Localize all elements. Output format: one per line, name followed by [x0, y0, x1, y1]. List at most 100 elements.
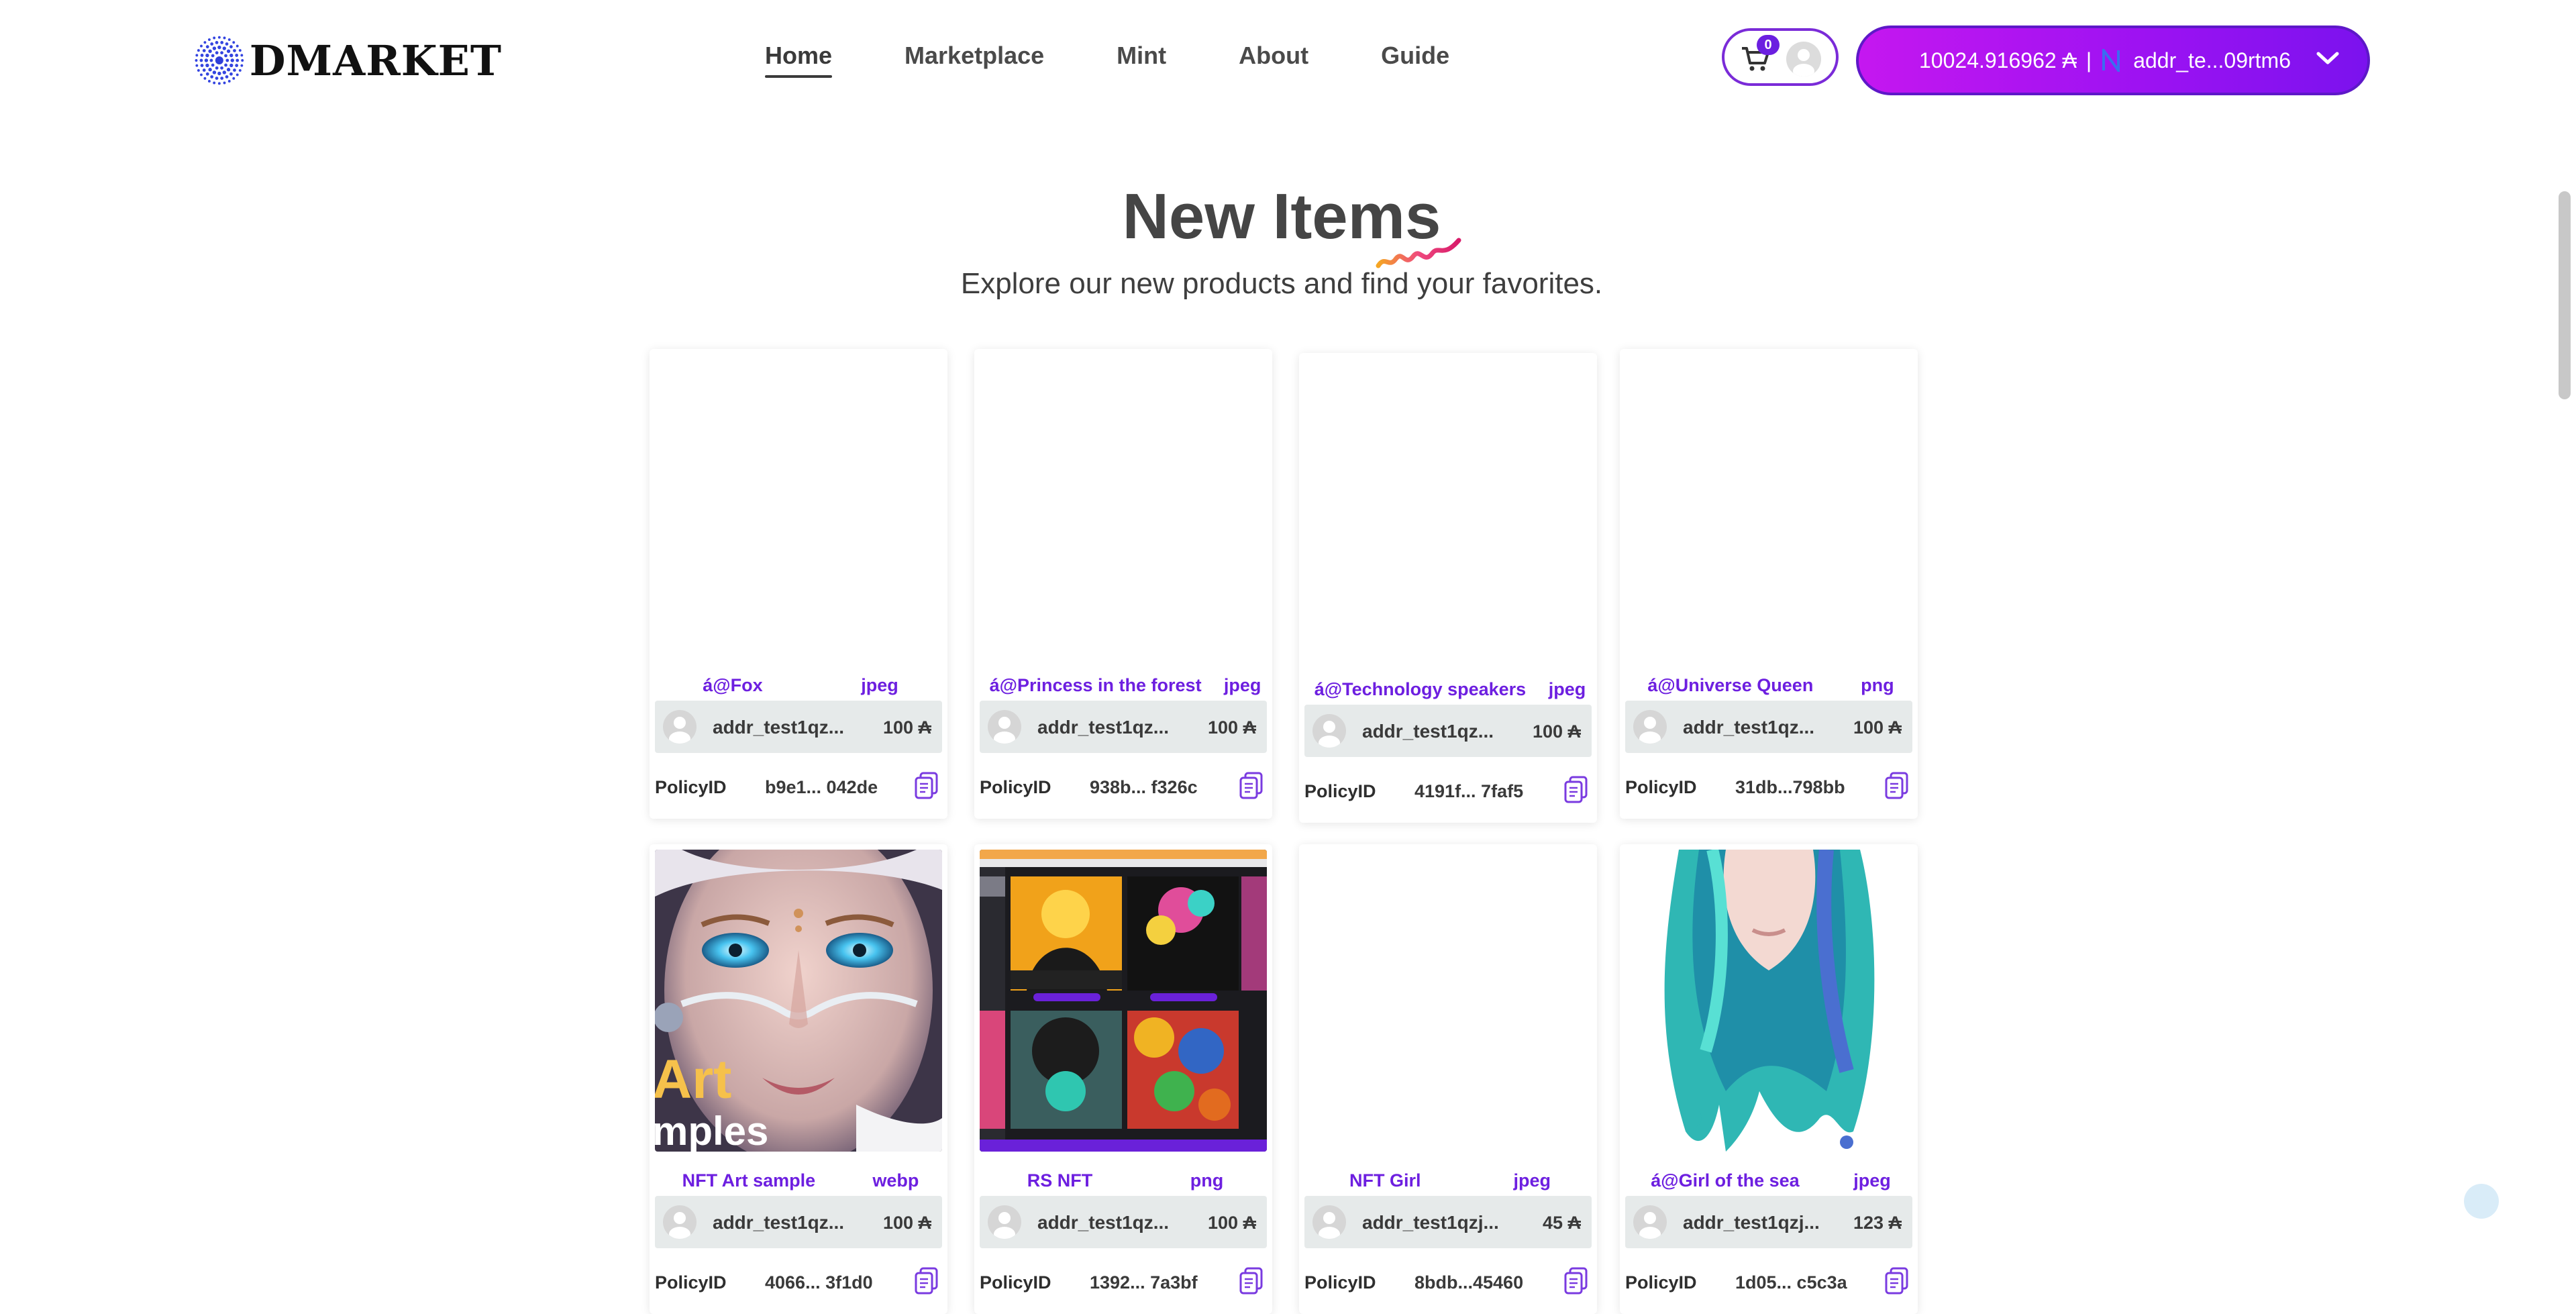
- policy-id: b9e1... 042de: [765, 777, 878, 797]
- nft-name[interactable]: á@Girl of the sea: [1651, 1170, 1799, 1191]
- main-nav: Home Marketplace Mint About Guide: [765, 42, 1522, 78]
- policy-label: PolicyID: [1304, 781, 1376, 801]
- owner-address: addr_test1qz...: [1037, 717, 1170, 738]
- section-subtitle: Explore our new products and find your f…: [960, 267, 1603, 300]
- policy-id: 1d05... c5c3a: [1735, 1272, 1847, 1293]
- nft-card[interactable]: á@Universe Queen png addr_test1qz... 100…: [1620, 349, 1918, 819]
- nav-home[interactable]: Home: [765, 42, 833, 78]
- nft-image[interactable]: [1304, 358, 1592, 660]
- owner-address: addr_test1qzj...: [1683, 1212, 1820, 1233]
- chevron-down-icon[interactable]: [2316, 51, 2339, 66]
- nft-price: 45 ₳: [1542, 1213, 1581, 1233]
- nft-card[interactable]: Art mples NFT Art sample webp addr_test1…: [650, 844, 947, 1314]
- nft-card[interactable]: á@Girl of the sea jpeg addr_test1qzj... …: [1620, 844, 1918, 1314]
- nft-title-row: NFT Art sample webp: [650, 1170, 947, 1191]
- floating-help-button[interactable]: [2464, 1184, 2499, 1219]
- policy-label: PolicyID: [655, 1272, 727, 1293]
- nft-file-type: jpeg: [1223, 675, 1261, 695]
- page-scrollbar[interactable]: [2559, 191, 2571, 399]
- owner-avatar: [663, 1205, 697, 1239]
- nft-image[interactable]: [980, 850, 1267, 1152]
- owner-avatar: [988, 710, 1021, 744]
- nft-title-row: RS NFT png: [974, 1170, 1272, 1191]
- nft-price: 100 ₳: [1532, 721, 1581, 742]
- nft-file-type: webp: [872, 1170, 919, 1191]
- owner-row: addr_test1qzj... 123 ₳: [1625, 1196, 1912, 1248]
- copy-icon[interactable]: [1884, 1267, 1910, 1295]
- nft-file-type: png: [1190, 1170, 1224, 1191]
- owner-address: addr_test1qz...: [1037, 1212, 1170, 1233]
- cart-profile-pill[interactable]: 0: [1722, 28, 1839, 86]
- girl-of-the-sea-illustration: [1625, 850, 1912, 1152]
- logo-sunburst-icon: [195, 36, 244, 85]
- nft-name[interactable]: NFT Girl: [1349, 1170, 1421, 1191]
- owner-row: addr_test1qz... 100 ₳: [1304, 705, 1592, 757]
- owner-row: addr_test1qz... 100 ₳: [980, 701, 1267, 753]
- cardano-n-icon: [2102, 49, 2120, 72]
- cart-count-badge: 0: [1757, 35, 1780, 55]
- nft-name[interactable]: NFT Art sample: [682, 1170, 816, 1191]
- nft-image[interactable]: [1625, 850, 1912, 1152]
- nft-name[interactable]: á@Technology speakers: [1315, 679, 1526, 699]
- policy-id: 4191f... 7faf5: [1414, 781, 1524, 801]
- policy-id: 8bdb...45460: [1414, 1272, 1524, 1293]
- copy-icon[interactable]: [1239, 1267, 1264, 1295]
- rs-nft-illustration: [980, 850, 1267, 1152]
- nft-card[interactable]: á@Technology speakers jpeg addr_test1qz.…: [1299, 353, 1597, 823]
- user-avatar[interactable]: [1786, 42, 1821, 77]
- owner-row: addr_test1qz... 100 ₳: [980, 1196, 1267, 1248]
- svg-text:mples: mples: [655, 1109, 768, 1152]
- nft-name[interactable]: á@Universe Queen: [1647, 675, 1813, 695]
- wallet-address: addr_te...09rtm6: [2133, 48, 2291, 72]
- nft-card[interactable]: á@Fox jpeg addr_test1qz... 100 ₳ PolicyI…: [650, 349, 947, 819]
- nft-file-type: jpeg: [1853, 1170, 1891, 1191]
- owner-avatar: [1312, 1205, 1346, 1239]
- owner-address: addr_test1qz...: [713, 717, 845, 738]
- wallet-button[interactable]: 10024.916962 ₳ | addr_te...09rtm6: [1856, 26, 2370, 95]
- nft-name[interactable]: RS NFT: [1027, 1170, 1093, 1191]
- policy-label: PolicyID: [1625, 1272, 1697, 1293]
- nft-image[interactable]: [980, 354, 1267, 656]
- nft-price: 100 ₳: [882, 1213, 931, 1233]
- nft-price: 100 ₳: [1853, 717, 1902, 738]
- owner-avatar: [663, 710, 697, 744]
- nft-price: 100 ₳: [1207, 1213, 1256, 1233]
- art-sample-illustration: Art mples: [655, 850, 942, 1152]
- nft-title-row: á@Universe Queen png: [1620, 675, 1918, 696]
- nav-marketplace[interactable]: Marketplace: [905, 42, 1044, 78]
- nft-card[interactable]: á@Princess in the forest jpeg addr_test1…: [974, 349, 1272, 819]
- nft-image[interactable]: [1625, 354, 1912, 656]
- wallet-balance: 10024.916962 ₳: [1919, 48, 2077, 72]
- nav-mint[interactable]: Mint: [1117, 42, 1166, 78]
- nft-name[interactable]: á@Princess in the forest: [990, 675, 1202, 695]
- owner-address: addr_test1qz...: [1683, 717, 1815, 738]
- copy-icon[interactable]: [1563, 1267, 1589, 1295]
- owner-address: addr_test1qz...: [713, 1212, 845, 1233]
- nft-file-type: jpeg: [1548, 679, 1586, 699]
- nft-title-row: á@Girl of the sea jpeg: [1620, 1170, 1918, 1191]
- nft-image[interactable]: [655, 354, 942, 656]
- policy-id: 4066... 3f1d0: [765, 1272, 873, 1293]
- copy-icon[interactable]: [1239, 772, 1264, 800]
- copy-icon[interactable]: [1884, 772, 1910, 800]
- nft-title-row: NFT Girl jpeg: [1299, 1170, 1597, 1191]
- nft-image[interactable]: [1304, 850, 1592, 1152]
- wallet-separator: |: [2085, 48, 2092, 72]
- site-logo[interactable]: DMARKET: [193, 26, 502, 95]
- owner-address: addr_test1qzj...: [1362, 1212, 1499, 1233]
- nft-name[interactable]: á@Fox: [703, 675, 762, 695]
- policy-label: PolicyID: [980, 777, 1051, 797]
- nav-about[interactable]: About: [1239, 42, 1308, 78]
- nft-card[interactable]: RS NFT png addr_test1qz... 100 ₳ PolicyI…: [974, 844, 1272, 1314]
- policy-id: 1392... 7a3bf: [1090, 1272, 1198, 1293]
- owner-row: addr_test1qz... 100 ₳: [1625, 701, 1912, 753]
- owner-row: addr_test1qzj... 45 ₳: [1304, 1196, 1592, 1248]
- nft-card[interactable]: NFT Girl jpeg addr_test1qzj... 45 ₳ Poli…: [1299, 844, 1597, 1314]
- nft-image[interactable]: Art mples: [655, 850, 942, 1152]
- copy-icon[interactable]: [914, 772, 939, 800]
- nav-guide[interactable]: Guide: [1381, 42, 1449, 78]
- copy-icon[interactable]: [914, 1267, 939, 1295]
- copy-icon[interactable]: [1563, 776, 1589, 804]
- nft-title-row: á@Technology speakers jpeg: [1299, 679, 1597, 700]
- logo-text: DMARKET: [249, 36, 502, 85]
